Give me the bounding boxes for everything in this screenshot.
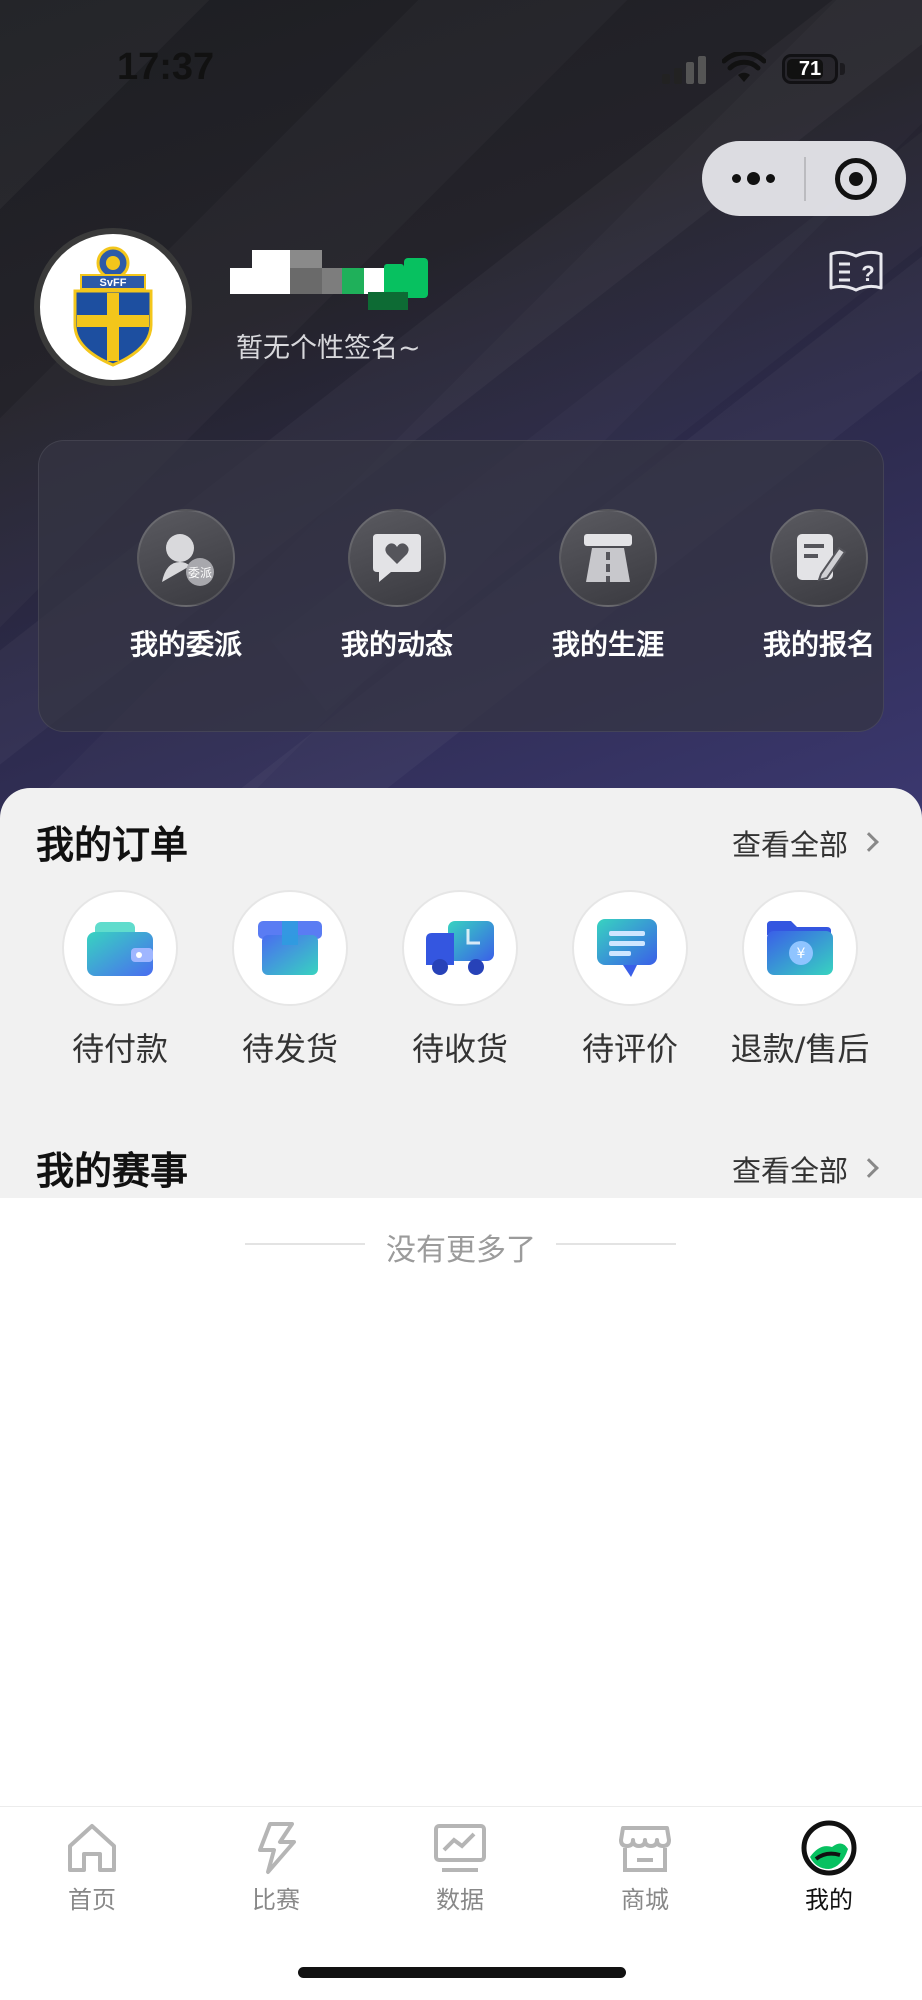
order-label: 退款/售后 [730,1030,870,1068]
profile-avatar-icon [799,1818,859,1878]
quick-item-my-registrations[interactable]: 我的报名 [744,509,894,663]
guide-book-icon[interactable]: ? [828,248,884,294]
target-close-icon[interactable] [806,141,906,216]
chart-monitor-icon [430,1818,490,1878]
no-more-text: 没有更多了 [386,1233,536,1268]
quick-item-label: 我的委派 [129,628,242,661]
comment-icon [572,890,688,1006]
order-label: 待发货 [241,1030,338,1068]
delivery-truck-icon [402,890,518,1006]
quick-item-my-career[interactable]: 我的生涯 [533,509,683,663]
status-time: 17:37 [117,46,215,88]
tab-label: 数据 [436,1886,484,1914]
order-refund-aftersales[interactable]: ¥ 退款/售后 [715,890,885,1070]
tab-label: 我的 [805,1886,853,1914]
events-view-all-link[interactable]: 查看全部 [732,1148,848,1190]
team-shield-icon: SvFF [73,246,153,367]
miniprogram-capsule [702,141,906,216]
quick-menu-panel: 委派 我的委派 我的动态 我的生涯 我的报名 [38,440,884,732]
quick-item-label: 我的生涯 [551,628,664,661]
refund-folder-icon: ¥ [742,890,858,1006]
user-signature[interactable]: 暂无个性签名~ [236,326,421,365]
quick-item-my-posts[interactable]: 我的动态 [322,509,472,663]
package-icon [232,890,348,1006]
orders-title: 我的订单 [36,823,189,867]
username-obscured [230,250,435,310]
more-dots-icon[interactable] [702,141,804,216]
order-label: 待收货 [411,1030,508,1068]
avatar[interactable]: SvFF [34,228,192,386]
wallet-icon [62,890,178,1006]
tab-label: 商城 [621,1886,669,1914]
quick-item-label: 我的动态 [340,628,453,661]
user-assign-icon: 委派 [137,509,235,607]
home-icon [62,1818,122,1878]
battery-level: 71 [798,58,822,80]
wifi-icon [722,52,766,82]
tab-home[interactable]: 首页 [32,1818,152,1915]
tab-me[interactable]: 我的 [769,1818,889,1915]
svg-text:¥: ¥ [797,946,806,962]
order-pending-review[interactable]: 待评价 [545,890,715,1070]
svg-text:?: ? [861,261,874,286]
tab-store[interactable]: 商城 [585,1818,705,1915]
tab-data[interactable]: 数据 [400,1818,520,1915]
home-indicator [298,1967,626,1978]
cellular-signal-icon [662,54,710,84]
order-pending-payment[interactable]: 待付款 [35,890,205,1070]
edit-form-icon [770,509,868,607]
order-label: 待评价 [581,1030,678,1068]
orders-view-all-link[interactable]: 查看全部 [732,822,848,864]
order-label: 待付款 [71,1030,168,1068]
tab-label: 比赛 [252,1886,300,1914]
battery-icon: 71 [782,54,838,84]
events-title: 我的赛事 [36,1149,189,1193]
order-pending-shipment[interactable]: 待发货 [205,890,375,1070]
road-icon [559,509,657,607]
heart-message-icon [348,509,446,607]
tab-label: 首页 [68,1886,116,1914]
order-pending-receipt[interactable]: 待收货 [375,890,545,1070]
quick-item-label: 我的报名 [762,628,875,661]
store-icon [615,1818,675,1878]
shield-text: SvFF [100,277,127,289]
lightning-icon [246,1818,306,1878]
events-list [0,1198,922,1808]
tab-matches[interactable]: 比赛 [216,1818,336,1915]
quick-item-my-assignments[interactable]: 委派 我的委派 [111,509,261,663]
svg-text:委派: 委派 [188,566,212,580]
